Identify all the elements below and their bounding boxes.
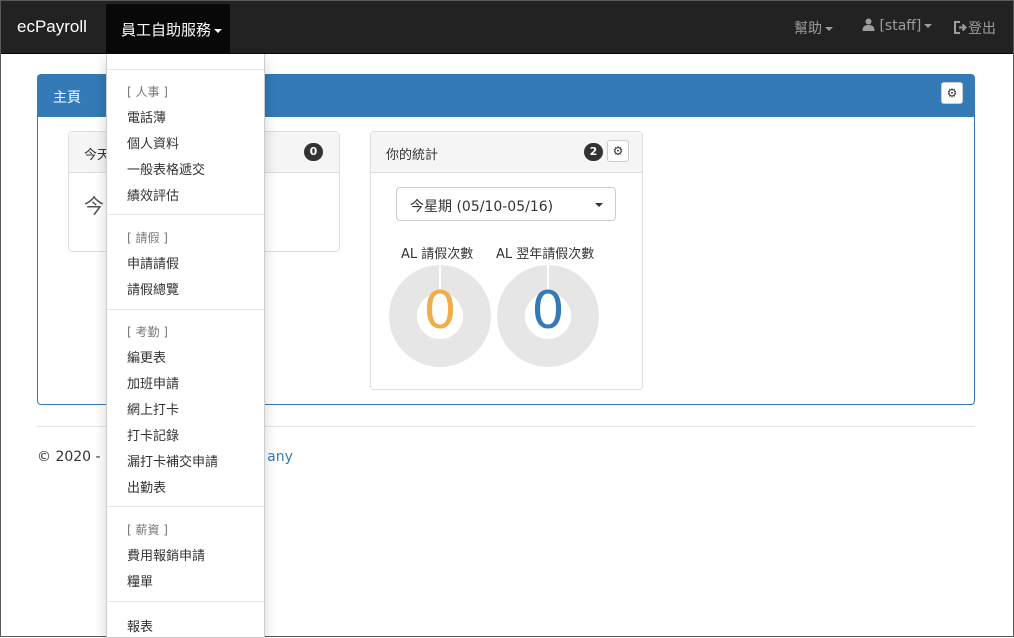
menu-item-expense-claim[interactable]: 費用報銷申請 <box>127 545 205 564</box>
gauge-label-al-next-year: AL 翌年請假次數 <box>496 247 595 262</box>
nav-user[interactable]: [staff] <box>862 18 933 34</box>
menu-divider <box>107 601 264 602</box>
nav-logout[interactable]: 登出 <box>954 18 996 38</box>
menu-header-hr: [ 人事 ] <box>127 85 168 99</box>
panel-settings-button[interactable]: ⚙ <box>941 82 963 104</box>
menu-divider <box>107 69 264 70</box>
gear-icon: ⚙ <box>946 86 958 100</box>
menu-header-leave: [ 請假 ] <box>127 231 168 245</box>
caret-down-icon <box>924 24 933 28</box>
stats-settings-button[interactable]: ⚙ <box>607 140 629 162</box>
nav-employee-self-service-label: 員工自助服務 <box>121 21 212 39</box>
menu-item-punch-records[interactable]: 打卡記錄 <box>127 425 179 444</box>
top-navbar: ecPayroll 員工自助服務 幫助 [staff] 登出 <box>1 1 1013 54</box>
page-title: 主頁 <box>53 90 81 106</box>
menu-item-general-form[interactable]: 一般表格遞交 <box>127 159 205 178</box>
nav-help[interactable]: 幫助 <box>794 18 833 38</box>
gauge-al-next-year: 0 <box>497 265 599 367</box>
gauge-al-next-year-value: 0 <box>531 281 565 341</box>
brand-logo[interactable]: ecPayroll <box>17 17 87 37</box>
gauge-al-value: 0 <box>423 281 457 341</box>
footer-copyright: © 2020 - <box>37 449 106 465</box>
nav-help-label: 幫助 <box>794 21 822 37</box>
period-select[interactable]: 今星期 (05/10-05/16) <box>396 187 616 221</box>
menu-item-missed-punch[interactable]: 漏打卡補交申請 <box>127 451 218 470</box>
user-icon <box>862 18 875 31</box>
menu-item-attendance-sheet[interactable]: 出勤表 <box>127 477 166 496</box>
menu-item-personal-info[interactable]: 個人資料 <box>127 133 179 152</box>
menu-item-leave-overview[interactable]: 請假總覽 <box>127 279 179 298</box>
caret-down-icon <box>214 28 223 33</box>
menu-item-online-punch[interactable]: 網上打卡 <box>127 399 179 418</box>
menu-item-apply-leave[interactable]: 申請請假 <box>127 253 179 272</box>
today-widget-text: 今 <box>84 194 104 218</box>
today-count-badge: 0 <box>304 143 323 161</box>
menu-item-phonebook[interactable]: 電話薄 <box>127 107 166 126</box>
menu-item-reports[interactable]: 報表 <box>127 616 153 635</box>
menu-item-roster[interactable]: 編更表 <box>127 347 166 366</box>
caret-down-icon <box>595 203 603 207</box>
period-select-value: 今星期 (05/10-05/16) <box>410 199 554 215</box>
menu-header-payroll: [ 薪資 ] <box>127 523 168 537</box>
gauge-label-al: AL 請假次數 <box>401 247 474 262</box>
stats-widget-header: 你的統計 2 ⚙ <box>371 132 642 173</box>
menu-item-payslip[interactable]: 糧單 <box>127 571 153 590</box>
stats-widget-title: 你的統計 <box>386 148 439 163</box>
footer-company-link-end[interactable]: any <box>267 449 293 465</box>
stats-count-badge: 2 <box>584 143 603 161</box>
logout-icon <box>954 21 967 34</box>
menu-item-performance[interactable]: 績效評估 <box>127 185 179 204</box>
employee-self-service-dropdown: [ 人事 ] 電話薄 個人資料 一般表格遞交 績效評估 [ 請假 ] 申請請假 … <box>106 54 265 638</box>
menu-divider <box>107 506 264 507</box>
gear-icon: ⚙ <box>612 144 624 158</box>
menu-divider <box>107 214 264 215</box>
gauge-al: 0 <box>389 265 491 367</box>
caret-down-icon <box>825 27 833 31</box>
stats-widget: 你的統計 2 ⚙ 今星期 (05/10-05/16) AL 請假次數 AL 翌年… <box>370 131 643 390</box>
nav-user-label: [staff] <box>879 18 922 34</box>
menu-divider <box>107 309 264 310</box>
menu-item-overtime[interactable]: 加班申請 <box>127 373 179 392</box>
nav-employee-self-service[interactable]: 員工自助服務 <box>106 4 230 54</box>
menu-header-attendance: [ 考勤 ] <box>127 325 168 339</box>
nav-logout-label: 登出 <box>968 21 996 37</box>
